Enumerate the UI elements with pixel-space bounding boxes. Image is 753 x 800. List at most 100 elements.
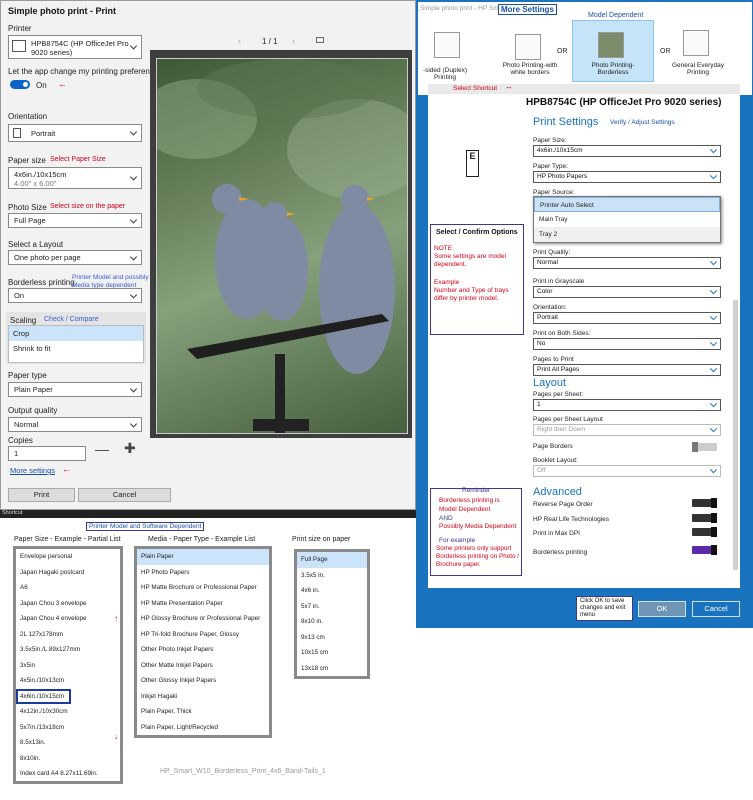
printer-select[interactable]: HPB8754C (HP OfficeJet Pro 9020 series) [8, 35, 142, 59]
print-button[interactable]: Print [8, 488, 75, 502]
hp-both-sides-select[interactable]: No [533, 338, 721, 350]
layout-value: One photo per page [14, 253, 81, 262]
photo-size-select[interactable]: Full Page [8, 213, 142, 228]
paper-source-option[interactable]: Tray 2 [534, 227, 720, 242]
paper-size-item[interactable]: Envelope personal [16, 549, 120, 565]
output-quality-select[interactable]: Normal [8, 417, 142, 432]
print-size-item[interactable]: 10x15 cm [297, 645, 367, 661]
real-life-toggle[interactable] [692, 513, 717, 523]
paper-size-item[interactable]: A6 [16, 580, 120, 596]
max-dpi-toggle[interactable] [692, 527, 717, 537]
reminder-line2: Model Dependent [439, 506, 491, 513]
media-rows: Plain Paper HP Photo Papers HP Matte Broch… [137, 549, 269, 735]
or-separator: OR [660, 48, 671, 55]
paper-size-item[interactable]: 4x12in./10x30cm [16, 704, 120, 720]
select-confirm-title: Select / Confirm Options [436, 229, 518, 236]
more-settings-tab[interactable]: More Settings [498, 4, 557, 15]
reminder-line1: Borderless printing is [439, 497, 500, 504]
print-size-item[interactable]: 5x7 in. [297, 599, 367, 615]
reverse-order-toggle[interactable] [692, 498, 717, 508]
media-type-item[interactable]: Plain Paper, Thick [137, 704, 269, 720]
plus-icon[interactable]: ✚ [124, 440, 136, 457]
print-size-item[interactable]: 4x6 in. [297, 583, 367, 599]
hp-pps-layout-select[interactable]: Right then Down [533, 424, 721, 436]
hp-orientation-select[interactable]: Portrait [533, 312, 721, 324]
fit-view-icon[interactable] [316, 37, 324, 43]
hp-paper-size-select[interactable]: 4x6in./10x15cm [533, 145, 721, 157]
paper-size-item[interactable]: 4x6in./10x15cm [16, 688, 71, 704]
hp-grayscale-select[interactable]: Color [533, 286, 721, 298]
paper-size-dimensions: 4.00" x 6.00" [14, 179, 57, 188]
paper-size-item[interactable]: 2L 127x178mm [16, 627, 120, 643]
print-size-item[interactable]: 8x10 in. [297, 614, 367, 630]
next-page-icon[interactable]: › [292, 36, 295, 46]
paper-size-item[interactable]: 3x5in [16, 658, 120, 674]
prev-page-icon[interactable]: ‹ [238, 36, 241, 46]
preset-duplex-label[interactable]: -sided (Duplex) Printing [420, 67, 470, 81]
copies-label: Copies [8, 436, 33, 445]
reminder-example: For example [439, 537, 476, 544]
more-settings-link[interactable]: More settings [10, 466, 55, 475]
paper-size-item[interactable]: 5x7in./13x18cm [16, 720, 120, 736]
media-type-item[interactable]: Other Photo Inkjet Papers [137, 642, 269, 658]
hp-paper-type-select[interactable]: HP Photo Papers [533, 171, 721, 183]
media-type-item[interactable]: Inkjet Hagaki [137, 689, 269, 705]
media-type-item[interactable]: HP Matte Brochure or Professional Paper [137, 580, 269, 596]
hp-print-quality-select[interactable]: Normal [533, 257, 721, 269]
paper-size-item[interactable]: 8.5x13in. [16, 735, 120, 751]
paper-size-item[interactable]: Japan Hagaki postcard [16, 565, 120, 581]
cancel-button[interactable]: Cancel [78, 488, 171, 502]
layout-select[interactable]: One photo per page [8, 250, 142, 265]
paper-size-item[interactable]: Index card A4 8.27x11.69in. [16, 766, 120, 782]
media-type-item[interactable]: Plain Paper [137, 549, 269, 565]
hp-pps-select[interactable]: 1 [533, 399, 721, 411]
scaling-option-shrink[interactable]: Shrink to fit [9, 341, 143, 356]
borderless-toggle[interactable] [692, 545, 717, 555]
hp-paper-size-label: Paper Size: [533, 137, 567, 144]
photo-border-preset-icon[interactable] [515, 34, 541, 60]
paper-size-item[interactable]: Japan Chou 3 envelope [16, 596, 120, 612]
paper-size-item[interactable]: 4x5in./10x13cm [16, 673, 120, 689]
media-type-item[interactable]: Plain Paper, Light/Recycled [137, 720, 269, 736]
dialog-title: Simple photo print - Print [8, 6, 116, 16]
everyday-preset-icon[interactable] [683, 30, 709, 56]
hp-cancel-button[interactable]: Cancel [692, 601, 740, 617]
preset-everyday-label[interactable]: General Everyday Printing [665, 62, 731, 76]
print-size-item[interactable]: Full Page [297, 552, 367, 568]
scaling-option-crop[interactable]: Crop [9, 326, 143, 341]
print-size-item[interactable]: 9x13 cm [297, 630, 367, 646]
hp-booklet-select[interactable]: Off [533, 465, 721, 477]
paper-size-item[interactable]: 3.5x5in./L 89x127mm [16, 642, 120, 658]
media-type-item[interactable]: HP Matte Presentation Paper [137, 596, 269, 612]
ok-button[interactable]: OK [638, 601, 686, 617]
paper-size-item[interactable]: 8x10in. [16, 751, 120, 767]
arrow-down-icon: ↓ [114, 732, 118, 741]
media-type-item[interactable]: Other Matte Inkjet Papers [137, 658, 269, 674]
media-type-item[interactable]: HP Tri-fold Brochure Paper, Glossy [137, 627, 269, 643]
preset-photo-border-label[interactable]: Photo Printing-with white borders [500, 62, 560, 76]
duplex-preset-icon[interactable] [434, 32, 460, 58]
media-type-item[interactable]: HP Photo Papers [137, 565, 269, 581]
app-pref-toggle[interactable] [10, 80, 30, 89]
photo-borderless-preset-icon[interactable] [598, 32, 624, 58]
orientation-select[interactable]: Portrait [8, 124, 142, 142]
paper-source-option[interactable]: Main Tray [534, 212, 720, 227]
print-size-item[interactable]: 13x18 cm [297, 661, 367, 677]
hp-scrollbar[interactable] [733, 300, 738, 570]
minus-icon[interactable]: — [95, 441, 109, 457]
media-type-item[interactable]: Other Glossy Inkjet Papers [137, 673, 269, 689]
paper-type-select[interactable]: Plain Paper [8, 382, 142, 397]
borderless-select[interactable]: On [8, 288, 142, 303]
paper-source-option[interactable]: Printer Auto Select [534, 197, 720, 212]
print-size-item[interactable]: 3.5x5 in. [297, 568, 367, 584]
hp-pages-select[interactable]: Print All Pages [533, 364, 721, 376]
paper-size-rows: Envelope personal Japan Hagaki postcard A6… [16, 549, 120, 782]
page-indicator: 1 / 1 [262, 37, 278, 46]
page-borders-toggle[interactable] [692, 442, 717, 452]
copies-input[interactable]: 1 [8, 446, 86, 461]
paper-size-select[interactable]: 4x6in./10x15cm 4.00" x 6.00" [8, 167, 142, 189]
preset-borderless-label[interactable]: Photo Printing-Borderless [578, 62, 648, 76]
hp-pps-label: Pages per Sheet: [533, 391, 584, 398]
media-type-item[interactable]: HP Glossy Brochure or Professional Paper [137, 611, 269, 627]
paper-size-item[interactable]: Japan Chou 4 envelope [16, 611, 120, 627]
